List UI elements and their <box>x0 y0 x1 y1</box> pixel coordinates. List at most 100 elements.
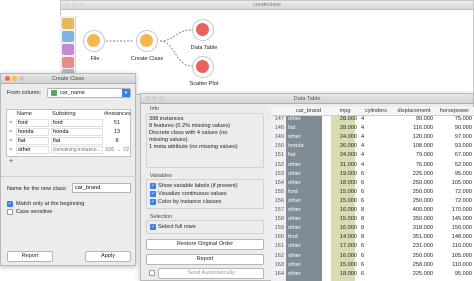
data-table-node-label: Data Table <box>190 45 218 51</box>
displacement-cell: 231.000 <box>412 243 433 250</box>
remove-row-icon[interactable]: × <box>9 128 12 137</box>
close-dot-icon[interactable] <box>145 96 150 101</box>
car-brand-cell: other <box>288 252 301 259</box>
car-brand-cell: honda <box>288 143 304 150</box>
visualize-values-checkbox[interactable]: ✓ <box>150 191 156 197</box>
table-row[interactable]: 148 fiat 28.000 4 116.000 90.000 <box>271 125 474 133</box>
close-dot-icon[interactable] <box>5 76 10 81</box>
car-brand-cell: other <box>288 261 301 268</box>
table-row[interactable]: 153 other 19.000 6 225.000 95.000 <box>271 171 474 179</box>
instance-count: 326 → 72 <box>104 147 130 153</box>
scatter-plot-node[interactable] <box>192 56 214 78</box>
mpg-cell: 15.000 <box>339 261 357 268</box>
from-column-select[interactable]: car_name ▾ <box>47 88 131 98</box>
horsepower-cell: 52.000 <box>454 161 472 168</box>
color-by-class-checkbox[interactable]: ✓ <box>150 199 156 205</box>
substring-field[interactable] <box>51 137 103 145</box>
horsepower-cell: 97.000 <box>454 134 472 141</box>
displacement-header[interactable]: displacement <box>393 107 435 116</box>
table-row[interactable]: 164 other 18.000 6 225.000 95.000 <box>271 271 474 279</box>
table-row[interactable]: 163 other 15.000 6 258.000 110.000 <box>271 262 474 270</box>
scatter-plot-node-icon <box>196 60 209 73</box>
row-number-cell: 148 <box>274 125 284 132</box>
class-name-field[interactable] <box>16 146 49 154</box>
table-row[interactable]: 160 ford 14.000 8 351.000 148.000 <box>271 234 474 242</box>
send-automatically-button[interactable]: Send Automatically <box>158 268 264 279</box>
table-row[interactable]: 155 ford 15.000 6 250.000 72.000 <box>271 189 474 197</box>
car-brand-cell: other <box>288 179 301 186</box>
data-table-title: Data Table <box>293 96 321 102</box>
class-name-field[interactable] <box>16 128 49 136</box>
row-number-cell: 161 <box>274 243 284 250</box>
car-brand-cell: other <box>288 134 301 141</box>
table-row[interactable]: 159 other 16.000 8 318.000 150.000 <box>271 225 474 233</box>
mpg-cell: 28.000 <box>339 125 357 132</box>
cylinders-header[interactable]: cylinders <box>359 107 393 116</box>
table-row[interactable]: 154 other 18.000 6 250.000 105.000 <box>271 180 474 188</box>
row-number-cell: 152 <box>274 161 284 168</box>
horsepower-cell: 148.000 <box>451 234 472 241</box>
class-name-field[interactable] <box>16 119 49 127</box>
substring-field[interactable] <box>51 128 103 136</box>
cylinders-cell: 4 <box>361 152 365 159</box>
mpg-cell: 15.000 <box>339 197 357 204</box>
select-full-rows-checkbox[interactable]: ✓ <box>150 224 156 230</box>
show-labels-label: Show variable labels (if present) <box>158 183 238 189</box>
displacement-cell: 250.000 <box>412 188 433 195</box>
table-row[interactable]: 162 other 16.000 6 250.000 105.000 <box>271 253 474 261</box>
row-number-cell: 155 <box>274 188 284 195</box>
cylinders-cell: 6 <box>361 270 365 277</box>
file-node-label: File <box>90 56 100 62</box>
report-button[interactable]: Report <box>146 254 264 265</box>
instance-count: 8 <box>115 138 119 144</box>
horsepower-header[interactable]: horsepower <box>435 107 474 116</box>
data-table-titlebar: Data Table <box>141 94 473 104</box>
table-row[interactable]: 150 honda 26.000 4 108.000 93.000 <box>271 143 474 151</box>
mpg-cell: 24.000 <box>339 152 357 159</box>
send-automatically-checkbox[interactable] <box>149 270 155 276</box>
row-number-cell: 151 <box>274 152 284 159</box>
class-name-field[interactable] <box>16 137 49 145</box>
create-class-node-label: Create Class <box>130 56 164 62</box>
show-labels-checkbox[interactable]: ✓ <box>150 183 156 189</box>
remove-row-icon[interactable]: × <box>9 119 12 128</box>
table-row[interactable]: 147 other 28.000 4 90.000 75.000 <box>271 116 474 124</box>
file-node[interactable] <box>83 30 105 52</box>
create-class-node[interactable] <box>136 30 158 52</box>
new-class-name-label: Name for the new class: <box>7 186 68 192</box>
horsepower-cell: 72.000 <box>454 197 472 204</box>
table-row[interactable]: 152 other 31.000 4 76.000 52.000 <box>271 162 474 170</box>
minimize-dot-icon[interactable] <box>12 76 17 81</box>
match-beginning-checkbox[interactable]: ✓ <box>7 201 13 207</box>
select-full-rows-label: Select full rows <box>158 224 196 230</box>
table-row[interactable]: 156 other 15.000 6 250.000 72.000 <box>271 198 474 206</box>
table-row[interactable]: 151 fiat 24.000 4 79.000 67.000 <box>271 152 474 160</box>
cylinders-cell: 6 <box>361 261 365 268</box>
table-row[interactable]: 158 other 15.000 8 350.000 145.000 <box>271 216 474 224</box>
report-button[interactable]: Report <box>7 251 53 262</box>
data-grid[interactable]: car_brand mpg cylinders displacement hor… <box>271 107 474 281</box>
restore-order-button[interactable]: Restore Original Order <box>146 239 264 250</box>
mpg-header[interactable]: mpg <box>331 107 359 116</box>
case-sensitive-checkbox[interactable] <box>7 209 13 215</box>
new-class-name-field[interactable] <box>72 183 131 193</box>
data-table-node[interactable] <box>192 19 214 41</box>
add-row-button[interactable]: + <box>9 158 13 165</box>
table-row[interactable]: 161 other 17.000 6 231.000 110.000 <box>271 243 474 251</box>
table-row[interactable]: 149 other 24.000 4 120.000 97.000 <box>271 134 474 142</box>
zoom-dot-icon[interactable] <box>19 76 24 81</box>
car-brand-header[interactable]: car_brand <box>286 107 331 116</box>
table-row[interactable]: 157 other 16.000 8 400.000 170.000 <box>271 207 474 215</box>
remove-row-icon[interactable]: × <box>9 137 12 146</box>
displacement-cell: 250.000 <box>412 252 433 259</box>
apply-button[interactable]: Apply <box>85 251 131 262</box>
substring-field[interactable] <box>51 146 103 154</box>
car-brand-cell: fiat <box>288 152 296 159</box>
mpg-cell: 31.000 <box>339 161 357 168</box>
zoom-dot-icon[interactable] <box>159 96 164 101</box>
horsepower-cell: 72.000 <box>454 188 472 195</box>
remove-row-icon[interactable]: × <box>9 146 12 155</box>
substring-field[interactable] <box>51 119 103 127</box>
info-class: Discrete class with 4 values (no missing… <box>149 130 228 143</box>
minimize-dot-icon[interactable] <box>152 96 157 101</box>
